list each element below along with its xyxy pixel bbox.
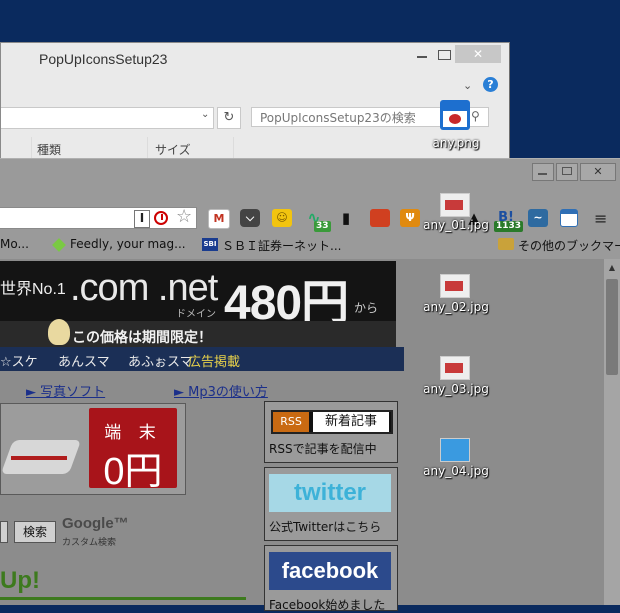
sbi-icon: SBI xyxy=(202,238,218,251)
scroll-up-icon[interactable]: ▲ xyxy=(604,263,620,272)
desktop-icon-any-01[interactable] xyxy=(440,193,470,217)
facebook-logo: facebook xyxy=(269,552,391,590)
banner-domain-sub: ドメイン xyxy=(176,309,216,320)
nav-link[interactable]: あんスマ xyxy=(58,351,110,370)
wallet-icon[interactable] xyxy=(370,209,390,227)
minimize-icon xyxy=(538,173,547,175)
site-search-input[interactable] xyxy=(0,521,8,543)
pocket-icon[interactable]: ⌵ xyxy=(240,209,260,227)
column-header-size[interactable]: サイズ xyxy=(155,141,191,158)
link-photo-software[interactable]: ► 写真ソフト xyxy=(26,381,105,400)
promo-price-box: 端 末 0円 xyxy=(89,408,177,493)
explorer-title: PopUpIconsSetup23 xyxy=(39,51,168,67)
banner-rank: 世界No.1 xyxy=(0,281,66,298)
phone-icon[interactable]: ▮ xyxy=(336,209,356,227)
link-mp3-usage[interactable]: ► Mp3の使い方 xyxy=(174,381,268,400)
feedly-icon xyxy=(52,238,66,252)
domain-banner[interactable]: 世界No.1 .com .net ドメイン 480円 から この価格は期間限定！ xyxy=(0,261,396,347)
folder-icon xyxy=(498,238,514,250)
minimize-icon xyxy=(417,56,427,58)
promo-zero: 0円 xyxy=(103,451,163,493)
desktop-icon-label[interactable]: any_02.jpg xyxy=(418,300,494,314)
search-icon[interactable]: ⚲ xyxy=(471,109,480,123)
refresh-button[interactable]: ↻ xyxy=(217,107,241,129)
help-icon[interactable]: ? xyxy=(483,77,498,92)
desktop-icon-label[interactable]: any.png xyxy=(430,136,482,150)
hatena-count-badge: 1133 xyxy=(494,221,524,232)
other-bookmarks[interactable]: その他のブックマーク xyxy=(518,237,620,254)
banner-tagline: この価格は期間限定！ xyxy=(72,330,212,346)
banner-suffix: から xyxy=(354,301,379,315)
nav-link-ad[interactable]: 広告掲載 xyxy=(188,351,240,370)
close-button[interactable]: ✕ xyxy=(580,163,616,181)
gmail-icon[interactable]: M xyxy=(208,209,230,229)
nav-link[interactable]: あふぉスマ xyxy=(128,351,193,370)
rss-badge: RSS 新着記事 xyxy=(271,410,393,434)
desktop-icon-any-04[interactable] xyxy=(440,438,470,462)
nav-link[interactable]: ☆スケ xyxy=(0,351,38,370)
desktop-icon-label[interactable]: any_04.jpg xyxy=(418,464,494,478)
column-divider[interactable] xyxy=(147,137,148,159)
address-bar[interactable] xyxy=(1,107,214,129)
window-icon[interactable] xyxy=(560,209,578,227)
rss-caption: RSSで記事を配信中 xyxy=(269,442,377,456)
timer-icon[interactable] xyxy=(154,211,168,225)
emoji-icon[interactable]: ☺ xyxy=(272,209,292,227)
hand-icon xyxy=(48,319,70,345)
menu-icon[interactable]: ≡ xyxy=(594,209,607,228)
browser-window: ✕ I ☆ M ⌵ ☺ ∿ 33 ▮ Ψ ▲ B! 1133 ∼ ≡ Mo...… xyxy=(0,158,620,612)
maximize-icon xyxy=(438,50,451,60)
pulse-badge: 33 xyxy=(314,221,331,232)
scrollbar-thumb[interactable] xyxy=(606,279,618,375)
desktop-icon-any-03[interactable] xyxy=(440,356,470,380)
maximize-button[interactable] xyxy=(433,45,455,63)
google-custom-search-label: カスタム検索 xyxy=(62,538,117,548)
bookmark-item-sbi[interactable]: ＳＢＩ証券ーネット... xyxy=(222,237,341,254)
desktop-icon-label[interactable]: any_01.jpg xyxy=(418,218,494,232)
desktop-icon-any-02[interactable] xyxy=(440,274,470,298)
bookmarks-bar: Mo... Feedly, your mag... SBI ＳＢＩ証券ーネット.… xyxy=(0,235,620,257)
twitter-widget[interactable]: twitter 公式Twitterはこちら xyxy=(264,467,398,541)
explorer-window: PopUpIconsSetup23 ✕ ⌄ ? ⌄ ↻ PopUpIconsSe… xyxy=(0,42,510,174)
maximize-button[interactable] xyxy=(556,163,578,181)
minimize-button[interactable] xyxy=(532,163,554,181)
bookmark-star-icon[interactable]: ☆ xyxy=(176,206,192,227)
page-content: 世界No.1 .com .net ドメイン 480円 から この価格は期間限定！… xyxy=(0,259,604,612)
site-nav: ☆スケ あんスマ あふぉスマ 広告掲載 xyxy=(0,347,404,371)
fork-knife-icon[interactable]: Ψ xyxy=(400,209,420,227)
column-header-type[interactable]: 種類 xyxy=(37,141,61,158)
google-logo: Google™ xyxy=(62,515,129,532)
desktop-icon-any-png[interactable] xyxy=(440,100,470,130)
heading-underline xyxy=(0,597,246,600)
router-stripe xyxy=(11,456,67,460)
facebook-widget[interactable]: facebook Facebook始めました xyxy=(264,545,398,612)
reader-icon[interactable]: I xyxy=(134,210,150,228)
close-button[interactable]: ✕ xyxy=(455,45,501,63)
rss-widget[interactable]: RSS 新着記事 RSSで記事を配信中 xyxy=(264,401,398,463)
facebook-caption: Facebook始めました xyxy=(269,598,386,612)
bookmark-item[interactable]: Mo... xyxy=(0,237,29,251)
twitter-logo: twitter xyxy=(269,474,391,512)
image-thumbnail-detail xyxy=(449,114,461,124)
wave-chart-icon[interactable]: ∼ xyxy=(528,209,548,227)
twitter-caption: 公式Twitterはこちら xyxy=(269,520,382,534)
promo-banner[interactable]: 端 末 0円 xyxy=(0,403,186,495)
bookmark-item-feedly[interactable]: Feedly, your mag... xyxy=(70,237,186,251)
column-divider[interactable] xyxy=(233,137,234,159)
chevron-down-icon[interactable]: ⌄ xyxy=(463,79,472,92)
rss-new-articles: 新着記事 xyxy=(313,412,389,432)
heading-up: Up! xyxy=(0,567,40,594)
column-divider[interactable] xyxy=(31,137,32,159)
banner-domain: .com .net xyxy=(70,267,218,309)
desktop-icon-label[interactable]: any_03.jpg xyxy=(418,382,494,396)
minimize-button[interactable] xyxy=(411,45,433,63)
rss-label: RSS xyxy=(273,412,309,432)
address-dropdown-icon[interactable]: ⌄ xyxy=(201,109,209,120)
maximize-icon xyxy=(562,167,572,175)
site-search-button[interactable]: 検索 xyxy=(14,521,56,543)
